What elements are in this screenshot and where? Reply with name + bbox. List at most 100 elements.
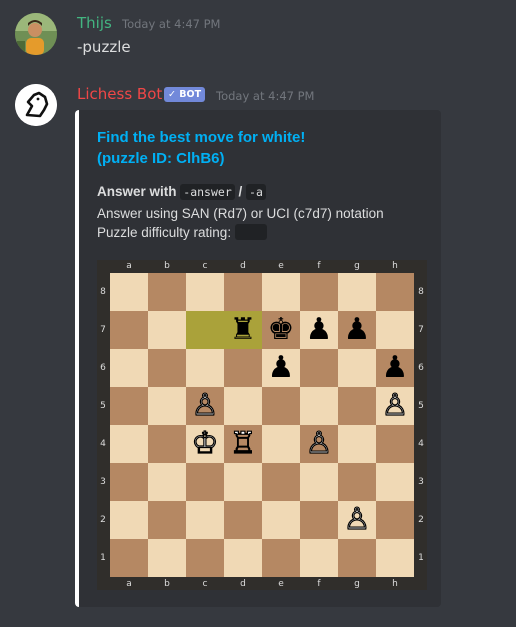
square-b7 xyxy=(148,311,186,349)
file-label-a: a xyxy=(126,261,132,271)
square-a8 xyxy=(110,273,148,311)
file-label-b: b xyxy=(164,579,170,589)
black-pawn-f7: ♟ xyxy=(305,312,333,347)
lichess-logo-icon xyxy=(15,84,57,126)
square-c3 xyxy=(186,463,224,501)
message-thijs: Thijs Today at 4:47 PM -puzzle xyxy=(0,0,516,70)
black-pawn-h6: ♟ xyxy=(381,350,409,385)
avatar-thijs[interactable] xyxy=(15,13,57,55)
answer-instruction: Answer with -answer / -a xyxy=(97,182,427,202)
rank-label-4: 4 xyxy=(418,439,424,449)
square-b6 xyxy=(148,349,186,387)
square-d5 xyxy=(224,387,262,425)
square-e5 xyxy=(262,387,300,425)
square-g6 xyxy=(338,349,376,387)
square-g3 xyxy=(338,463,376,501)
square-e1 xyxy=(262,539,300,577)
username-thijs[interactable]: Thijs xyxy=(77,14,112,32)
answer-separator: / xyxy=(238,184,243,199)
answer-short-command-code: -a xyxy=(246,184,266,200)
answer-label: Answer with xyxy=(97,184,177,199)
square-b2 xyxy=(148,501,186,539)
white-pawn-h5: ♙ xyxy=(381,387,409,423)
square-a5 xyxy=(110,387,148,425)
square-b4 xyxy=(148,425,186,463)
square-d3 xyxy=(224,463,262,501)
square-h2 xyxy=(376,501,414,539)
chess-board: a a b b c c d d e e f f g g h h 8 8 7 7 6 6 5 5 4 4 3 3 2 2 1 1 ♜ ♚ ♟ ♟ ♟ ♟ ♙ ♙… xyxy=(97,260,427,590)
white-rook-d4: ♖ xyxy=(229,425,257,461)
puzzle-embed: Find the best move for white! (puzzle ID… xyxy=(75,110,441,607)
embed-title-line1: Find the best move for white! xyxy=(97,129,306,146)
square-b5 xyxy=(148,387,186,425)
file-label-d: d xyxy=(240,579,246,589)
timestamp-lichess-bot: Today at 4:47 PM xyxy=(216,89,315,103)
file-label-g: g xyxy=(354,579,360,589)
message-text: -puzzle xyxy=(77,38,131,56)
square-a2 xyxy=(110,501,148,539)
square-e3 xyxy=(262,463,300,501)
rank-label-1: 1 xyxy=(418,553,424,563)
file-label-e: e xyxy=(278,579,284,589)
rating-spoiler[interactable] xyxy=(234,224,267,240)
square-b8 xyxy=(148,273,186,311)
square-h3 xyxy=(376,463,414,501)
square-f2 xyxy=(300,501,338,539)
embed-title[interactable]: Find the best move for white! (puzzle ID… xyxy=(97,127,427,169)
square-a1 xyxy=(110,539,148,577)
file-label-c: c xyxy=(202,261,208,271)
rank-label-5: 5 xyxy=(418,401,424,411)
white-pawn-c5: ♙ xyxy=(191,387,219,423)
rank-label-8: 8 xyxy=(100,287,106,297)
square-g4 xyxy=(338,425,376,463)
square-b3 xyxy=(148,463,186,501)
file-label-g: g xyxy=(354,261,360,271)
square-f5 xyxy=(300,387,338,425)
notation-text: Answer using SAN (Rd7) or UCI (c7d7) not… xyxy=(97,206,384,221)
square-a4 xyxy=(110,425,148,463)
file-label-h: h xyxy=(392,579,398,589)
square-a3 xyxy=(110,463,148,501)
square-f6 xyxy=(300,349,338,387)
avatar-lichess-bot[interactable] xyxy=(15,84,57,126)
rank-label-6: 6 xyxy=(418,363,424,373)
username-lichess-bot[interactable]: Lichess Bot xyxy=(77,85,162,103)
square-e2 xyxy=(262,501,300,539)
black-pawn-g7: ♟ xyxy=(343,312,371,347)
black-pawn-e6: ♟ xyxy=(267,350,295,385)
rank-label-8: 8 xyxy=(418,287,424,297)
square-f8 xyxy=(300,273,338,311)
square-d1 xyxy=(224,539,262,577)
square-f3 xyxy=(300,463,338,501)
square-c1 xyxy=(186,539,224,577)
rating-line: Puzzle difficulty rating: xyxy=(97,223,427,242)
square-h1 xyxy=(376,539,414,577)
white-pawn-f4: ♙ xyxy=(305,425,333,461)
file-label-e: e xyxy=(278,261,284,271)
rank-label-6: 6 xyxy=(100,363,106,373)
file-label-f: f xyxy=(317,579,321,589)
square-e8 xyxy=(262,273,300,311)
white-king-c4: ♔ xyxy=(191,425,219,461)
rating-label: Puzzle difficulty rating: xyxy=(97,225,232,240)
square-c7 xyxy=(186,311,224,349)
rank-label-3: 3 xyxy=(418,477,424,487)
file-label-d: d xyxy=(240,261,246,271)
rank-label-5: 5 xyxy=(100,401,106,411)
square-f1 xyxy=(300,539,338,577)
rank-label-7: 7 xyxy=(418,325,424,335)
square-h8 xyxy=(376,273,414,311)
rank-label-2: 2 xyxy=(100,515,106,525)
rank-label-4: 4 xyxy=(100,439,106,449)
embed-title-line2: (puzzle ID: ClhB6) xyxy=(97,150,225,167)
white-pawn-g2: ♙ xyxy=(343,501,371,537)
square-g1 xyxy=(338,539,376,577)
file-label-f: f xyxy=(317,261,321,271)
square-a7 xyxy=(110,311,148,349)
rank-label-7: 7 xyxy=(100,325,106,335)
square-c6 xyxy=(186,349,224,387)
rank-label-1: 1 xyxy=(100,553,106,563)
square-g8 xyxy=(338,273,376,311)
file-label-h: h xyxy=(392,261,398,271)
square-c8 xyxy=(186,273,224,311)
